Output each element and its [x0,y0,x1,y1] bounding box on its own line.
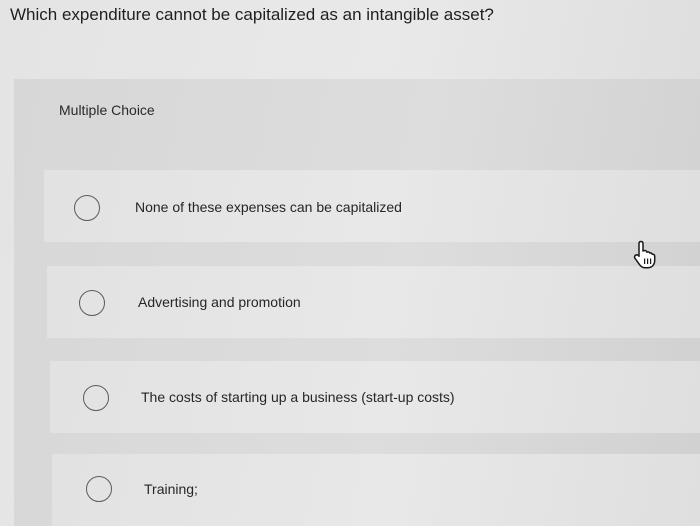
radio-button-icon[interactable] [74,195,100,221]
option-label: Advertising and promotion [138,294,301,310]
radio-button-icon[interactable] [79,290,105,316]
multiple-choice-label: Multiple Choice [59,102,155,118]
option-label: None of these expenses can be capitalize… [135,199,402,215]
radio-button-icon[interactable] [86,476,112,502]
option-label: Training; [144,481,198,497]
option-4[interactable]: Training; [52,454,700,526]
hand-pointer-cursor-icon [633,240,656,269]
option-3[interactable]: The costs of starting up a business (sta… [50,361,700,433]
option-label: The costs of starting up a business (sta… [141,389,455,405]
option-2[interactable]: Advertising and promotion [47,266,700,338]
radio-button-icon[interactable] [83,385,109,411]
question-text: Which expenditure cannot be capitalized … [10,5,494,24]
option-1[interactable]: None of these expenses can be capitalize… [44,170,700,242]
